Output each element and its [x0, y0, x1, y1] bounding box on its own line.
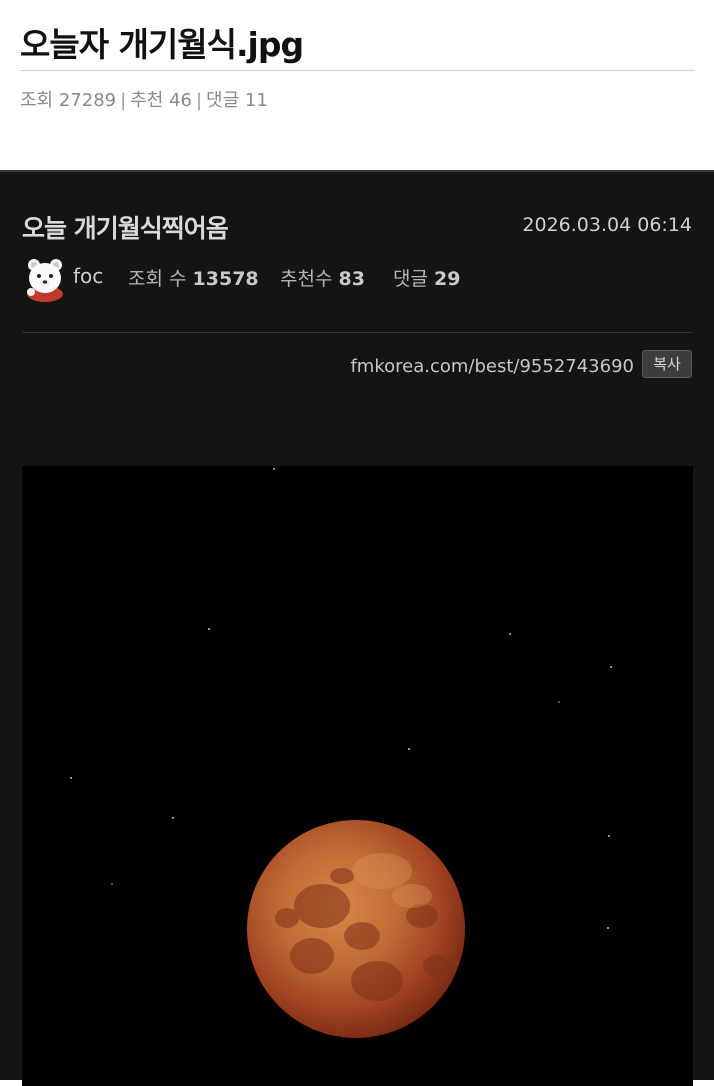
- views-count: 27289: [58, 90, 117, 111]
- comments-label: 댓글: [393, 268, 428, 290]
- comments-count: 29: [434, 268, 461, 290]
- divider: [22, 332, 693, 333]
- separator: |: [120, 90, 127, 111]
- embedded-post-date: 2026.03.04 06:14: [522, 214, 692, 236]
- likes-meta: 추천수 83: [280, 264, 365, 291]
- author-name[interactable]: foc: [73, 264, 103, 288]
- post-url[interactable]: fmkorea.com/best/9552743690: [350, 356, 634, 377]
- embedded-post-title: 오늘 개기월식찍어옴: [22, 214, 229, 243]
- views-label: 조회: [20, 90, 54, 111]
- post-stats: 조회 27289 | 추천 46 | 댓글 11: [20, 86, 268, 112]
- comments-meta: 댓글 29: [393, 264, 460, 291]
- views-label: 조회 수: [128, 268, 187, 290]
- divider: [20, 70, 695, 71]
- embedded-screenshot: 오늘 개기월식찍어옴 2026.03.04 06:14 foc 조회 수 135…: [0, 170, 714, 1086]
- likes-label: 추천: [130, 90, 164, 111]
- post-title: 오늘자 개기월식.jpg: [20, 25, 304, 64]
- comments-label: 댓글: [206, 90, 240, 111]
- copy-url-button[interactable]: 복사: [642, 350, 692, 378]
- separator: |: [195, 90, 203, 111]
- likes-label: 추천수: [280, 268, 333, 290]
- post-header: 오늘자 개기월식.jpg 조회 27289 | 추천 46 | 댓글 11: [0, 0, 714, 170]
- likes-count: 83: [338, 268, 365, 290]
- views-meta: 조회 수 13578: [128, 264, 259, 291]
- eclipse-photo: [22, 466, 693, 1086]
- likes-count: 46: [169, 90, 192, 111]
- polar-bear-avatar-icon: [22, 256, 68, 302]
- comments-count: 11: [244, 90, 268, 111]
- views-count: 13578: [192, 268, 259, 290]
